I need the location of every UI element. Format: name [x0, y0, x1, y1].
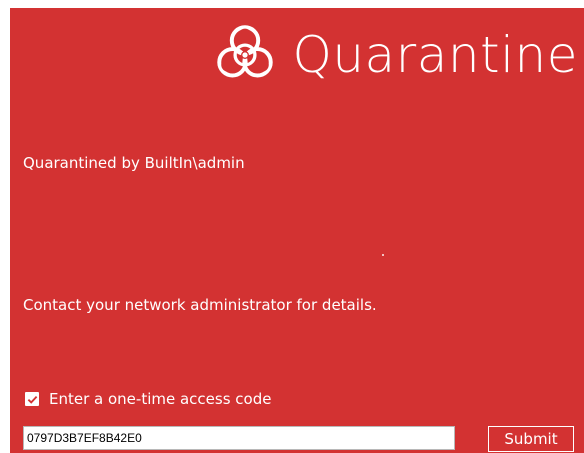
biohazard-icon: [217, 25, 274, 78]
quarantine-panel: Quarantine Quarantined by BuiltIn\admin …: [10, 8, 584, 453]
access-code-checkbox[interactable]: [25, 392, 39, 406]
decorative-dot: [382, 254, 384, 256]
access-code-checkbox-label: Enter a one-time access code: [49, 390, 272, 408]
access-code-checkbox-row[interactable]: Enter a one-time access code: [25, 390, 271, 408]
app-title: Quarantine: [292, 26, 578, 84]
checkmark-icon: [27, 395, 37, 404]
contact-admin-text: Contact your network administrator for d…: [23, 296, 377, 314]
access-code-input[interactable]: [23, 426, 455, 450]
brand-header: Quarantine: [212, 18, 578, 92]
quarantined-by-text: Quarantined by BuiltIn\admin: [23, 154, 245, 172]
submit-button[interactable]: Submit: [488, 426, 574, 452]
